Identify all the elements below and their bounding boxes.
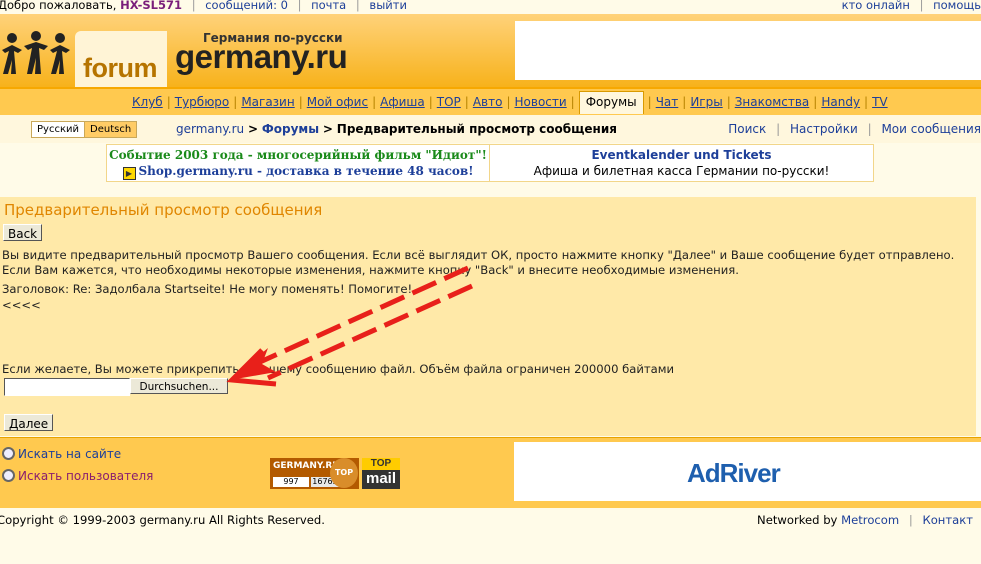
magnifier-icon xyxy=(2,469,15,482)
forum-tools-links: Поиск | Настройки | Мои сообщения xyxy=(728,122,981,136)
germany-ru-counter-badge[interactable]: GERMANY.RU 997 16765 TOP xyxy=(270,458,359,489)
counter-value-1: 997 xyxy=(273,477,309,487)
magnifier-icon xyxy=(2,447,15,460)
top-banner-ad[interactable] xyxy=(515,21,981,80)
nav-item[interactable]: Игры xyxy=(690,95,722,109)
welcome-text: Добро пожаловать, xyxy=(0,0,117,12)
next-button[interactable]: Далее xyxy=(4,414,54,431)
site-name-logo[interactable]: germany.ru xyxy=(175,38,348,76)
nav-item[interactable]: Клуб xyxy=(132,95,163,109)
nav-item[interactable]: ТОР xyxy=(437,95,461,109)
people-logo-icon[interactable] xyxy=(0,30,72,76)
mail-link[interactable]: почта xyxy=(311,0,346,12)
promo-left-box[interactable]: Событие 2003 года - многосерийный фильм … xyxy=(106,144,490,182)
preview-instructions: Вы видите предварительный просмотр Вашег… xyxy=(2,248,955,277)
who-online-link[interactable]: кто онлайн xyxy=(842,0,910,12)
site-header: forum Германия по-русски germany.ru xyxy=(0,14,981,90)
browse-button[interactable]: Durchsuchen... xyxy=(130,378,228,394)
nav-item[interactable]: Магазин xyxy=(241,95,294,109)
username-link[interactable]: HX-SL571 xyxy=(120,0,182,12)
promo-shop-text[interactable]: Shop.germany.ru - доставка в течение 48 … xyxy=(139,164,474,178)
topmail-badge[interactable]: TOP mail xyxy=(362,458,400,489)
topmail-mail-text: mail xyxy=(365,470,396,487)
forum-logo-box[interactable]: forum xyxy=(75,31,167,90)
nav-item[interactable]: Турбюро xyxy=(175,95,230,109)
topmail-top-text: TOP xyxy=(362,458,400,470)
nav-item[interactable]: Handy xyxy=(821,95,860,109)
top-user-bar: Добро пожаловать, HX-SL571 | сообщений: … xyxy=(0,0,981,14)
search-link[interactable]: Поиск xyxy=(728,122,766,136)
logout-link[interactable]: выйти xyxy=(369,0,407,12)
promo-right-box[interactable]: Eventkalender und Tickets Афиша и билетн… xyxy=(489,144,874,182)
nav-item[interactable]: Чат xyxy=(656,95,679,109)
top-seal-icon: TOP xyxy=(330,458,358,488)
metrocom-link[interactable]: Metrocom xyxy=(841,513,899,527)
contact-link[interactable]: Контакт xyxy=(922,513,973,527)
messages-link[interactable]: сообщений: 0 xyxy=(205,0,288,12)
search-site-link[interactable]: Искать на сайте xyxy=(2,447,121,461)
lang-ru-button[interactable]: Русский xyxy=(31,121,85,138)
breadcrumb: germany.ru > Форумы > Предварительный пр… xyxy=(176,122,617,136)
preview-panel: Предварительный просмотр сообщения Back … xyxy=(0,197,976,436)
lang-de-button[interactable]: Deutsch xyxy=(84,121,138,138)
attachment-note: Если желаете, Вы можете прикрепить к Ваш… xyxy=(2,362,675,376)
forum-logo-text: forum xyxy=(83,53,158,83)
promo-eventkalender-text[interactable]: Eventkalender und Tickets xyxy=(490,148,873,162)
nav-item[interactable]: Афиша xyxy=(380,95,425,109)
settings-link[interactable]: Настройки xyxy=(790,122,858,136)
footer-bar: Искать на сайте Искать пользователя GERM… xyxy=(0,437,981,508)
help-link[interactable]: помощь xyxy=(933,0,981,12)
copyright-text: Copyright © 1999-2003 germany.ru All Rig… xyxy=(0,513,325,527)
nav-item[interactable]: TV xyxy=(872,95,888,109)
my-messages-link[interactable]: Мои сообщения xyxy=(881,122,981,136)
breadcrumb-forums-link[interactable]: Форумы xyxy=(262,122,319,136)
nav-item[interactable]: Знакомства xyxy=(735,95,810,109)
networked-by-text: Networked by xyxy=(757,513,838,527)
breadcrumb-current: Предварительный просмотр сообщения xyxy=(336,122,617,136)
arrow-bullet-icon: ▶ xyxy=(122,167,136,180)
adriver-banner[interactable]: AdRiver xyxy=(514,442,981,501)
breadcrumb-row: Русский Deutsch germany.ru > Форумы > Пр… xyxy=(0,115,981,143)
breadcrumb-separator: > xyxy=(322,122,333,136)
search-user-link[interactable]: Искать пользователя xyxy=(2,469,153,483)
breadcrumb-separator: > xyxy=(247,122,259,136)
nav-item[interactable]: Новости xyxy=(515,95,567,109)
file-path-input[interactable] xyxy=(4,378,130,396)
nav-item[interactable]: Авто xyxy=(473,95,503,109)
promo-film-text[interactable]: Событие 2003 года - многосерийный фильм … xyxy=(107,148,489,162)
page-title: Предварительный просмотр сообщения xyxy=(4,201,323,219)
nav-items: Клуб | Турбюро | Магазин | Мой офис | Афиша | ТОР |… xyxy=(132,91,888,114)
nav-item[interactable]: Мой офис xyxy=(307,95,368,109)
message-body: <<<< xyxy=(2,298,41,312)
promo-afisha-text: Афиша и билетная касса Германии по-русск… xyxy=(533,164,830,178)
message-subject: Заголовок: Re: Задолбала Startseite! Не … xyxy=(2,282,413,296)
nav-item[interactable]: Форумы xyxy=(578,91,644,114)
credit-line: Networked by Metrocom | Контакт xyxy=(757,513,973,527)
adriver-logo: AdRiver xyxy=(687,458,781,488)
breadcrumb-site-link[interactable]: germany.ru xyxy=(176,122,244,136)
main-nav: Клуб | Турбюро | Магазин | Мой офис | Афиша | ТОР |… xyxy=(0,87,981,116)
back-button[interactable]: Back xyxy=(3,224,43,241)
